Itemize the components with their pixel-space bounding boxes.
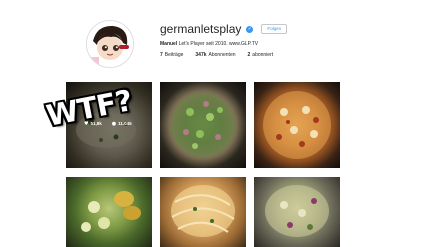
post-tile[interactable]: [254, 177, 340, 247]
follow-button[interactable]: Folgen: [261, 24, 288, 34]
stat-following-label: abonniert: [252, 52, 274, 58]
post-tile[interactable]: [66, 177, 152, 247]
post-comments: ● 11.045: [112, 121, 132, 127]
profile-header-row: germanletsplay ✓ Folgen: [160, 22, 288, 36]
stat-followers-value: 347k: [195, 52, 207, 58]
post-tile[interactable]: [160, 82, 246, 168]
food-photo-image: [171, 93, 235, 157]
profile-stats: 7 Beiträge 347k Abonnenten 2 abonniert: [160, 52, 273, 58]
post-comments-count: 11.045: [118, 121, 132, 126]
profile-bio-name: Manuel: [160, 41, 178, 47]
stat-posts[interactable]: 7 Beiträge: [160, 52, 183, 58]
verified-badge-icon: ✓: [246, 25, 254, 33]
avatar-character-image: [87, 21, 133, 67]
profile-avatar[interactable]: [86, 20, 134, 68]
stat-posts-label: Beiträge: [164, 52, 184, 58]
comment-icon: ●: [111, 121, 117, 127]
stat-following-value: 2: [247, 52, 251, 58]
food-photo-image: [171, 185, 235, 237]
food-photo-image: [263, 91, 331, 159]
post-tile[interactable]: [254, 82, 340, 168]
profile-bio-text: Let's Player seit 2010. www.GLP.TV: [178, 41, 259, 47]
stat-posts-value: 7: [160, 52, 163, 58]
stat-followers-label: Abonnenten: [208, 52, 236, 58]
profile-username: germanletsplay: [160, 22, 242, 36]
food-photo-image: [265, 185, 329, 237]
stat-following[interactable]: 2 abonniert: [248, 52, 274, 58]
post-tile[interactable]: [160, 177, 246, 247]
stat-followers[interactable]: 347k Abonnenten: [195, 52, 235, 58]
food-photo-image: [81, 191, 141, 232]
profile-bio: Manuel Let's Player seit 2010. www.GLP.T…: [160, 41, 258, 47]
